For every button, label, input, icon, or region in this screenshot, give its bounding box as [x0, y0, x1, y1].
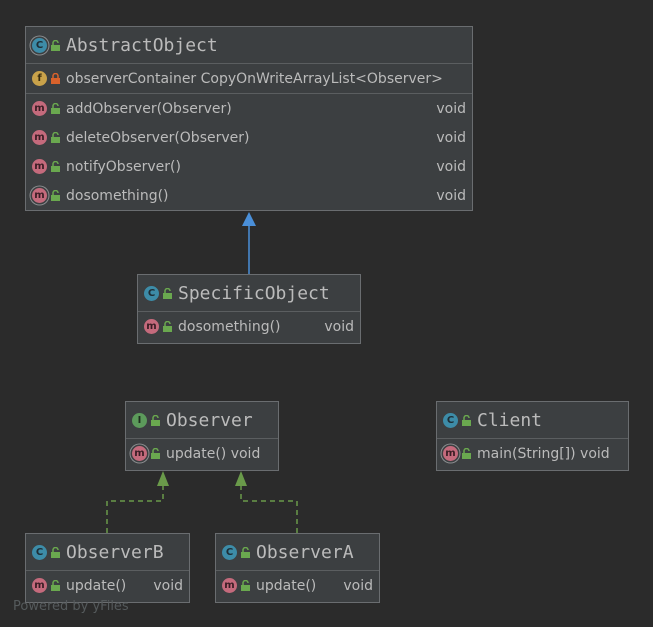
method-label: main(String[]) void — [477, 445, 610, 462]
public-unlock-icon — [51, 546, 60, 558]
class-header: C SpecificObject — [138, 275, 360, 312]
method-icon: m — [32, 101, 47, 116]
method-row[interactable]: m addObserver(Observer) void — [26, 94, 472, 123]
class-icon: C — [222, 544, 237, 560]
class-observer-a[interactable]: C ObserverA m update() void — [215, 533, 380, 603]
method-return-type: void — [343, 577, 373, 594]
method-label: update() void — [166, 445, 261, 462]
method-row[interactable]: m dosomething() void — [26, 181, 472, 210]
class-header: I Observer — [126, 402, 278, 439]
class-name: ObserverA — [256, 541, 354, 563]
public-unlock-icon — [51, 580, 60, 591]
public-unlock-icon — [241, 546, 250, 558]
method-icon: m — [32, 578, 47, 593]
impl-arrowhead-observer-a — [235, 471, 247, 486]
method-row[interactable]: m main(String[]) void — [437, 439, 628, 468]
method-label: update() — [256, 577, 317, 594]
class-icon: C — [144, 285, 159, 301]
class-name: AbstractObject — [66, 34, 218, 56]
powered-by-footer: Powered by yFiles — [13, 599, 129, 614]
method-label: deleteObserver(Observer) — [66, 129, 250, 146]
runnable-class-icon: C — [443, 412, 458, 428]
impl-line-observer-b — [106, 486, 164, 533]
method-row[interactable]: m update() void — [216, 571, 379, 600]
method-row[interactable]: m deleteObserver(Observer) void — [26, 123, 472, 152]
method-return-type: void — [153, 577, 183, 594]
class-header: C ObserverB — [26, 534, 189, 571]
public-unlock-icon — [163, 321, 172, 332]
method-row[interactable]: m update() void — [26, 571, 189, 600]
class-name: ObserverB — [66, 541, 164, 563]
class-name: SpecificObject — [178, 282, 330, 304]
private-lock-icon — [51, 73, 60, 84]
abstract-method-icon: m — [132, 446, 147, 461]
public-unlock-icon — [151, 414, 160, 426]
static-method-icon: m — [443, 446, 458, 461]
interface-icon: I — [132, 412, 147, 428]
public-unlock-icon — [462, 448, 471, 459]
method-icon: m — [222, 578, 237, 593]
class-name: Client — [477, 409, 543, 431]
method-return-type: void — [436, 129, 466, 146]
method-icon: m — [32, 130, 47, 145]
method-label: update() — [66, 577, 127, 594]
method-return-type: void — [436, 100, 466, 117]
method-label: addObserver(Observer) — [66, 100, 232, 117]
method-row[interactable]: m update() void — [126, 439, 278, 468]
field-row[interactable]: f observerContainer CopyOnWriteArrayList… — [26, 64, 472, 94]
class-specific-object[interactable]: C SpecificObject m dosomething() void — [137, 274, 361, 344]
method-icon: m — [32, 159, 47, 174]
impl-arrowhead-observer-b — [157, 471, 169, 486]
method-row[interactable]: m dosomething() void — [138, 312, 360, 341]
public-unlock-icon — [51, 190, 60, 201]
class-header: C ObserverA — [216, 534, 379, 571]
public-unlock-icon — [462, 414, 471, 426]
method-row[interactable]: m notifyObserver() void — [26, 152, 472, 181]
method-label: dosomething() — [178, 318, 281, 335]
class-header: C AbstractObject — [26, 27, 472, 64]
method-label: notifyObserver() — [66, 158, 181, 175]
class-icon: C — [32, 544, 47, 560]
public-unlock-icon — [51, 161, 60, 172]
abstract-class-icon: C — [32, 37, 47, 53]
public-unlock-icon — [163, 287, 172, 299]
public-unlock-icon — [51, 103, 60, 114]
class-client[interactable]: C Client m main(String[]) void — [436, 401, 629, 471]
method-return-type: void — [324, 318, 354, 335]
inheritance-arrowhead — [242, 212, 256, 226]
public-unlock-icon — [51, 39, 60, 51]
abstract-method-icon: m — [32, 188, 47, 203]
method-icon: m — [144, 319, 159, 334]
impl-line-observer-a — [240, 486, 298, 533]
field-icon: f — [32, 71, 47, 86]
public-unlock-icon — [151, 448, 160, 459]
field-label: observerContainer CopyOnWriteArrayList<O… — [66, 70, 443, 87]
class-abstract-object[interactable]: C AbstractObject f observerContainer Cop… — [25, 26, 473, 211]
method-return-type: void — [436, 187, 466, 204]
public-unlock-icon — [241, 580, 250, 591]
method-return-type: void — [436, 158, 466, 175]
class-name: Observer — [166, 409, 253, 431]
public-unlock-icon — [51, 132, 60, 143]
class-observer-b[interactable]: C ObserverB m update() void — [25, 533, 190, 603]
class-header: C Client — [437, 402, 628, 439]
interface-observer[interactable]: I Observer m update() void — [125, 401, 279, 471]
method-label: dosomething() — [66, 187, 169, 204]
